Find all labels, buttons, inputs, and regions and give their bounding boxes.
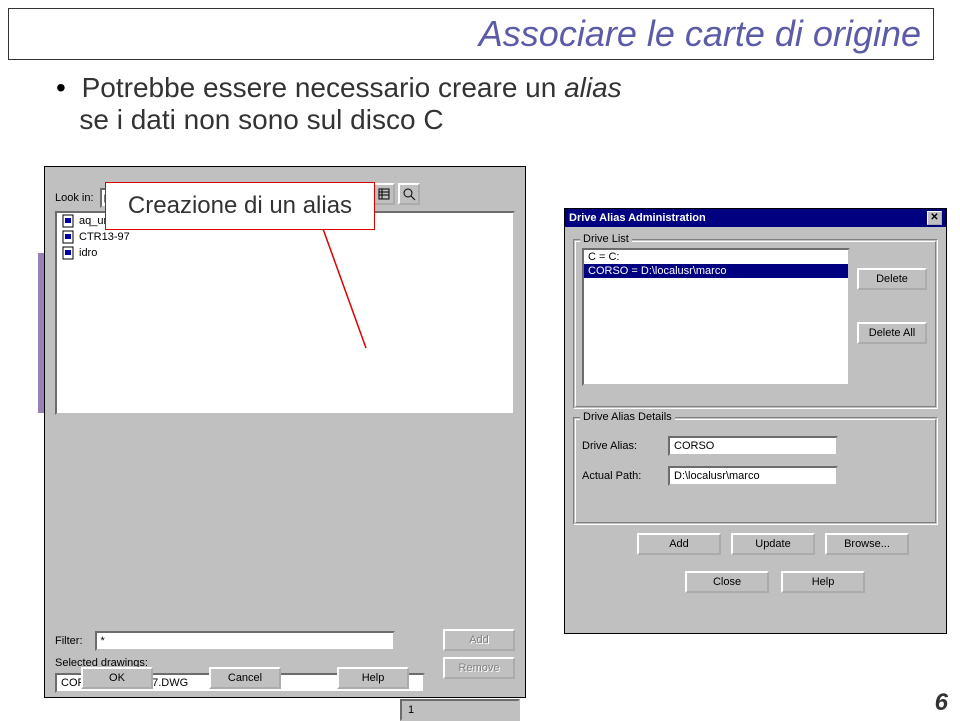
dwg-icon <box>61 214 75 228</box>
dwg-icon <box>61 246 75 260</box>
lookin-label: Look in: <box>55 192 94 204</box>
page-field: 1 <box>400 699 520 721</box>
details-label: Drive Alias Details <box>580 411 675 423</box>
drive-list-label: Drive List <box>580 233 632 245</box>
file-list[interactable]: aq_uni_97 CTR13-97 idro <box>55 211 515 415</box>
drive-alias-dialog: Drive Alias Administration ✕ Drive List … <box>564 208 947 634</box>
filter-label: Filter: <box>55 635 83 647</box>
filter-input[interactable]: * <box>95 631 395 651</box>
details-view-button[interactable] <box>373 183 395 205</box>
delete-all-button[interactable]: Delete All <box>857 322 927 344</box>
list-item[interactable]: idro <box>57 245 513 261</box>
bullet-text: • Potrebbe essere necessario creare un a… <box>56 72 622 136</box>
remove-button[interactable]: Remove <box>443 657 515 679</box>
drive-alias-details-group: Drive Alias Details Drive Alias: CORSO A… <box>573 417 938 525</box>
alias-help-button[interactable]: Help <box>781 571 865 593</box>
alias-update-button[interactable]: Update <box>731 533 815 555</box>
slide-title: Associare le carte di origine <box>479 13 921 55</box>
actual-path-label: Actual Path: <box>582 470 668 482</box>
list-item[interactable]: CTR13-97 <box>57 229 513 245</box>
alias-close-button[interactable]: Close <box>685 571 769 593</box>
add-button[interactable]: Add <box>443 629 515 651</box>
actual-path-input[interactable]: D:\localusr\marco <box>668 466 838 486</box>
list-item[interactable]: CORSO = D:\localusr\marco <box>584 264 848 278</box>
details-icon <box>377 187 391 201</box>
drive-list-group: Drive List C = C: CORSO = D:\localusr\ma… <box>573 239 938 409</box>
alias-browse-button[interactable]: Browse... <box>825 533 909 555</box>
dialog-titlebar[interactable]: Drive Alias Administration ✕ <box>565 209 946 227</box>
callout-box: Creazione di un alias <box>105 182 375 230</box>
alias-add-button[interactable]: Add <box>637 533 721 555</box>
preview-button[interactable] <box>398 183 420 205</box>
slide-title-box: Associare le carte di origine <box>8 8 934 60</box>
bullet-dot: • <box>56 72 66 103</box>
close-icon[interactable]: ✕ <box>927 211 942 225</box>
drive-listbox[interactable]: C = C: CORSO = D:\localusr\marco <box>582 248 850 386</box>
drive-alias-input[interactable]: CORSO <box>668 436 838 456</box>
dwg-icon <box>61 230 75 244</box>
list-item[interactable]: C = C: <box>584 250 848 264</box>
help-button[interactable]: Help <box>337 667 409 689</box>
open-dialog: Look in: (CORSO = D:\localusr\marco) ▼ <box>44 166 526 698</box>
ok-button[interactable]: OK <box>81 667 153 689</box>
page-number: 6 <box>935 689 948 717</box>
delete-button[interactable]: Delete <box>857 268 927 290</box>
drive-alias-label: Drive Alias: <box>582 440 668 452</box>
search-icon <box>402 187 416 201</box>
cancel-button[interactable]: Cancel <box>209 667 281 689</box>
